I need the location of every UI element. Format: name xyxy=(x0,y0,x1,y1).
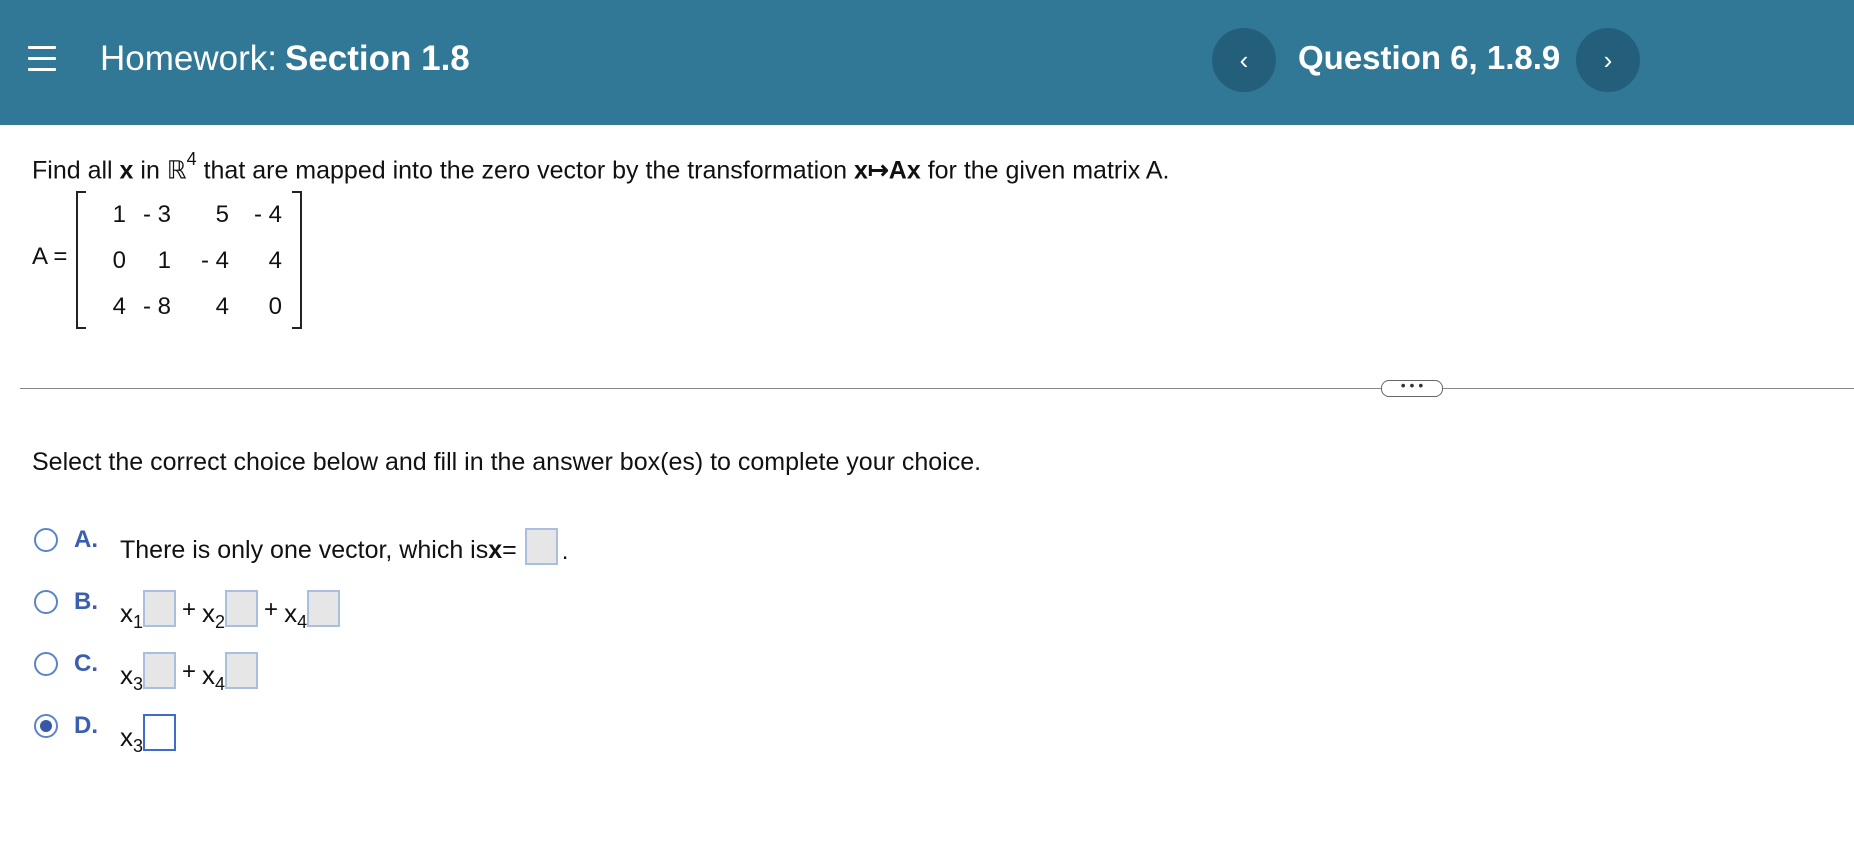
problem-transformation: x↦Ax xyxy=(853,156,921,185)
hamburger-menu-icon[interactable] xyxy=(28,46,56,74)
choice-b-body: x1 + x2 + x4 xyxy=(120,586,341,633)
choice-a-text: There is only one vector, which is xyxy=(120,536,489,564)
var-subscript: 3 xyxy=(133,674,144,695)
chevron-left-icon: ‹ xyxy=(1239,44,1249,75)
problem-text-4: for the given matrix A. xyxy=(920,156,1170,185)
instruction-text: Select the correct choice below and fill… xyxy=(32,448,982,476)
choice-a-x: x xyxy=(488,536,503,564)
next-question-button[interactable]: › xyxy=(1576,28,1640,92)
var-x: x xyxy=(202,598,216,628)
choice-a-radio[interactable] xyxy=(34,528,58,552)
choice-d-var-1: x3 xyxy=(120,722,143,757)
problem-text-1: Find all xyxy=(32,156,120,185)
var-subscript: 1 xyxy=(133,612,144,633)
matrix-cell: 0 xyxy=(112,247,126,274)
top-bar: Homework: Section 1.8 ‹ Question 6, 1.8.9… xyxy=(0,0,1854,125)
expand-more-button[interactable]: • • • xyxy=(1381,378,1443,397)
choice-c-letter: C. xyxy=(74,650,98,677)
choice-a-letter: A. xyxy=(74,526,98,553)
problem-statement: Find all x in ℝ4 that are mapped into th… xyxy=(32,149,1170,185)
matrix-cell: - 3 xyxy=(142,201,171,228)
matrix-right-bracket xyxy=(292,191,302,329)
problem-x-bold: x xyxy=(119,156,134,185)
choice-b-letter: B. xyxy=(74,588,98,615)
choice-b-answer-box-2[interactable] xyxy=(225,590,259,627)
problem-text-3: that are mapped into the zero vector by … xyxy=(196,156,854,185)
choice-a-equals: = xyxy=(502,536,517,564)
matrix-cell: 4 xyxy=(112,293,126,320)
choice-a-answer-box[interactable] xyxy=(524,528,558,565)
matrix-cell: 1 xyxy=(157,247,171,274)
var-subscript: 2 xyxy=(215,612,226,633)
homework-section-name: Section 1.8 xyxy=(284,39,470,78)
choice-b-var-2: x2 xyxy=(202,598,225,633)
problem-text-2: in ℝ xyxy=(133,156,187,185)
choice-b-answer-box-1[interactable] xyxy=(143,590,177,627)
choice-d-letter: D. xyxy=(74,712,98,739)
var-x: x xyxy=(120,722,133,752)
choice-a-period: . xyxy=(561,538,569,565)
var-subscript: 4 xyxy=(297,612,308,633)
previous-question-button[interactable]: ‹ xyxy=(1212,28,1276,92)
section-divider xyxy=(20,388,1854,389)
matrix-cell: 4 xyxy=(215,293,229,320)
var-subscript: 4 xyxy=(215,674,226,695)
choice-b-radio[interactable] xyxy=(34,590,58,614)
choice-d-answer-box-active[interactable] xyxy=(143,714,177,751)
matrix-cell: 0 xyxy=(268,293,282,320)
choice-c-answer-box-2[interactable] xyxy=(225,652,259,689)
var-x: x xyxy=(284,598,298,628)
choice-a-body: There is only one vector, which is x = . xyxy=(120,524,568,566)
matrix-cell: 4 xyxy=(268,247,282,274)
question-label: Question 6, 1.8.9 xyxy=(1298,39,1561,76)
matrix-cell: - 4 xyxy=(200,247,229,274)
choice-b-answer-box-3[interactable] xyxy=(307,590,341,627)
homework-title: Homework: Section 1.8 xyxy=(100,39,470,79)
choice-d-radio-selected[interactable] xyxy=(34,714,58,738)
matrix-label: A = xyxy=(32,243,68,270)
choice-c-var-1: x3 xyxy=(120,660,143,695)
matrix-cell: 1 xyxy=(112,201,126,228)
matrix-cell: 5 xyxy=(215,201,229,228)
choice-b-var-1: x1 xyxy=(120,598,143,633)
plus-sign: + xyxy=(182,596,197,623)
var-x: x xyxy=(120,598,133,628)
problem-superscript: 4 xyxy=(186,149,197,169)
choice-c-body: x3 + x4 xyxy=(120,648,259,695)
choice-d-body: x3 xyxy=(120,710,177,757)
var-x: x xyxy=(120,660,133,690)
matrix-cell: - 8 xyxy=(142,293,171,320)
plus-sign: + xyxy=(264,596,279,623)
choice-b-var-3: x4 xyxy=(284,598,307,633)
matrix-a: 1 - 3 5 - 4 0 1 - 4 4 4 - 8 4 0 xyxy=(76,191,302,329)
choice-c-answer-box-1[interactable] xyxy=(143,652,177,689)
choice-c-radio[interactable] xyxy=(34,652,58,676)
var-x: x xyxy=(202,660,216,690)
var-subscript: 3 xyxy=(133,736,144,757)
plus-sign: + xyxy=(182,658,197,685)
choice-c-var-2: x4 xyxy=(202,660,225,695)
matrix-cell: - 4 xyxy=(253,201,282,228)
chevron-right-icon: › xyxy=(1603,44,1613,75)
homework-title-prefix: Homework: xyxy=(100,39,277,78)
